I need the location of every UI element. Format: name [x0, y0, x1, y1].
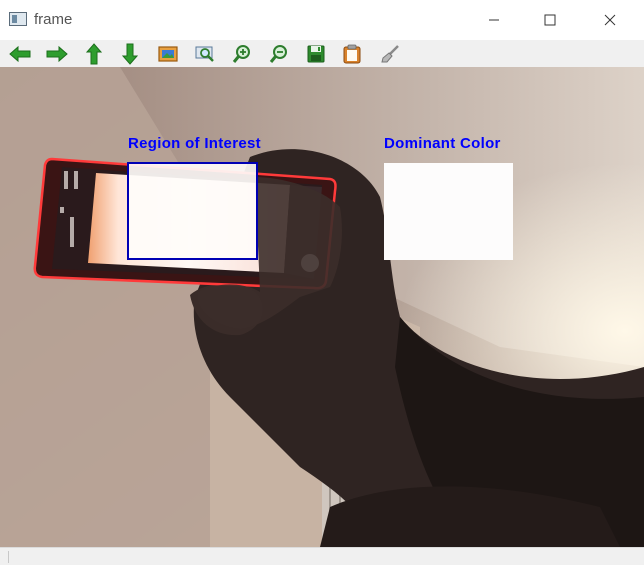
zoom-fit-button[interactable]: [193, 42, 217, 66]
pan-up-button[interactable]: [82, 42, 106, 66]
maximize-icon: [544, 14, 556, 26]
minimize-button[interactable]: [464, 0, 524, 40]
properties-button[interactable]: [378, 42, 402, 66]
zoom-original-button[interactable]: [156, 42, 180, 66]
clipboard-icon: [343, 44, 361, 64]
zoom-rect-icon: [195, 46, 214, 62]
pan-left-button[interactable]: [8, 42, 32, 66]
image-icon: [158, 46, 178, 62]
minimize-icon: [489, 19, 499, 21]
save-icon: [307, 45, 325, 63]
pan-down-button[interactable]: [118, 42, 142, 66]
zoom-in-button[interactable]: [230, 42, 254, 66]
app-icon: [9, 12, 27, 26]
arrow-left-icon: [9, 45, 31, 63]
copy-button[interactable]: [340, 42, 364, 66]
close-button[interactable]: [580, 0, 640, 40]
arrow-up-icon: [85, 43, 103, 65]
roi-box: [127, 162, 258, 260]
dominant-color-swatch: [384, 163, 513, 260]
save-button[interactable]: [304, 42, 328, 66]
pan-right-button[interactable]: [45, 42, 69, 66]
toolbar: [0, 40, 644, 67]
dominant-color-label: Dominant Color: [384, 135, 501, 152]
title-bar[interactable]: frame: [0, 0, 644, 40]
status-bar: [0, 547, 644, 565]
zoom-out-icon: [269, 45, 287, 63]
status-separator: [8, 551, 9, 563]
camera-image: [0, 67, 644, 547]
window-title: frame: [34, 11, 73, 28]
maximize-button[interactable]: [520, 0, 580, 40]
arrow-down-icon: [121, 43, 139, 65]
roi-label: Region of Interest: [128, 135, 261, 152]
video-frame[interactable]: Region of Interest Dominant Color: [0, 67, 644, 547]
zoom-in-icon: [232, 45, 250, 63]
frame-window: frame Region of Interest Dominant Color: [0, 0, 644, 565]
arrow-right-icon: [46, 45, 68, 63]
zoom-out-button[interactable]: [267, 42, 291, 66]
brush-icon: [381, 45, 399, 63]
close-icon: [604, 14, 616, 26]
